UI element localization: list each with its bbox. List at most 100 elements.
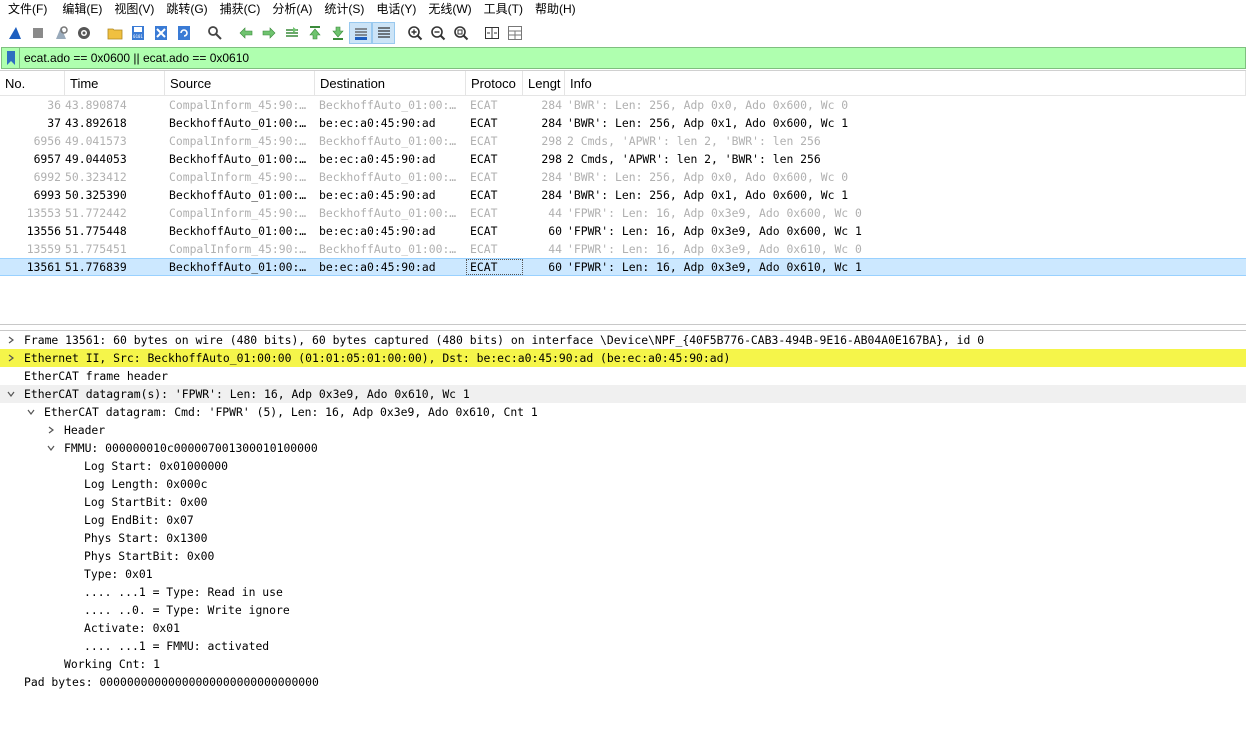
collapsed-arrow-icon[interactable] <box>6 331 16 349</box>
zoom-out-icon[interactable] <box>426 22 449 44</box>
detail-row[interactable]: Ethernet II, Src: BeckhoffAuto_01:00:00 … <box>0 349 1246 367</box>
detail-row[interactable]: Log Start: 0x01000000 <box>0 457 1246 475</box>
menu-item-4[interactable]: 捕获(C) <box>214 0 267 20</box>
packet-row[interactable]: 6957 49.044053 BeckhoffAuto_01:00:… be:ec:a… <box>0 150 1246 168</box>
packet-cell-proto: ECAT <box>470 134 498 148</box>
packet-row[interactable]: 36 43.890874 CompalInform_45:90:… BeckhoffA… <box>0 96 1246 114</box>
menu-item-1[interactable]: 编辑(E) <box>56 0 108 20</box>
packet-cell-len: 298 <box>541 152 562 166</box>
expanded-arrow-icon[interactable] <box>46 439 56 457</box>
packet-cell-time: 43.890874 <box>65 98 127 112</box>
column-header-1[interactable]: Time <box>65 71 165 96</box>
detail-text: .... ...1 = Type: Read in use <box>84 585 283 599</box>
menu-item-10[interactable]: 帮助(H) <box>529 0 582 20</box>
close-file-icon[interactable] <box>149 22 172 44</box>
resize-columns-icon[interactable] <box>480 22 503 44</box>
zoom-in-icon[interactable] <box>403 22 426 44</box>
collapsed-arrow-icon[interactable] <box>6 349 16 367</box>
packet-row[interactable]: 6956 49.041573 CompalInform_45:90:… Beckhof… <box>0 132 1246 150</box>
display-filter-bar: ecat.ado == 0x0600 || ecat.ado == 0x0610 <box>1 47 1246 69</box>
packet-row[interactable]: 13561 51.776839 BeckhoffAuto_01:00:… be:ec:… <box>0 258 1246 276</box>
packet-cell-dst: BeckhoffAuto_01:00:… <box>319 170 457 184</box>
go-back-icon[interactable] <box>234 22 257 44</box>
detail-row[interactable]: EtherCAT datagram(s): 'FPWR': Len: 16, A… <box>0 385 1246 403</box>
detail-text: FMMU: 000000010c000007001300010100000 <box>64 441 318 455</box>
layout-icon[interactable] <box>503 22 526 44</box>
expanded-arrow-icon[interactable] <box>26 403 36 421</box>
packet-row[interactable]: 6993 50.325390 BeckhoffAuto_01:00:… be:ec:a… <box>0 186 1246 204</box>
stop-icon[interactable] <box>26 22 49 44</box>
detail-row[interactable]: Pad bytes: 00000000000000000000000000000… <box>0 673 1246 691</box>
collapsed-arrow-icon[interactable] <box>46 421 56 439</box>
detail-row[interactable]: EtherCAT datagram: Cmd: 'FPWR' (5), Len:… <box>0 403 1246 421</box>
packet-cell-time: 50.323412 <box>65 170 127 184</box>
zoom-normal-icon[interactable] <box>449 22 472 44</box>
packet-cell-src: CompalInform_45:90:… <box>169 134 307 148</box>
packet-cell-no: 36 <box>47 98 61 112</box>
column-header-0[interactable]: No. <box>0 71 65 96</box>
menu-item-7[interactable]: 电话(Y) <box>370 0 422 20</box>
go-first-icon[interactable] <box>303 22 326 44</box>
detail-row[interactable]: Phys StartBit: 0x00 <box>0 547 1246 565</box>
packet-row[interactable]: 13556 51.775448 BeckhoffAuto_01:00:… be:ec:… <box>0 222 1246 240</box>
detail-row[interactable]: Log Length: 0x000c <box>0 475 1246 493</box>
save-file-icon[interactable]: 0101 <box>126 22 149 44</box>
detail-row[interactable]: Phys Start: 0x1300 <box>0 529 1246 547</box>
menu-item-9[interactable]: 工具(T) <box>478 0 529 20</box>
menu-item-5[interactable]: 分析(A) <box>266 0 318 20</box>
packet-row[interactable]: 6992 50.323412 CompalInform_45:90:… Beckhof… <box>0 168 1246 186</box>
colorize-icon[interactable] <box>372 22 395 44</box>
find-icon[interactable] <box>203 22 226 44</box>
menu-item-2[interactable]: 视图(V) <box>108 0 160 20</box>
packet-cell-info: 'FPWR': Len: 16, Adp 0x3e9, Ado 0x600, W… <box>567 224 862 238</box>
detail-row[interactable]: Log EndBit: 0x07 <box>0 511 1246 529</box>
filter-bookmark-icon[interactable] <box>2 48 20 68</box>
menu-item-6[interactable]: 统计(S) <box>318 0 370 20</box>
packet-cell-info: 2 Cmds, 'APWR': len 2, 'BWR': len 256 <box>567 134 821 148</box>
detail-row[interactable]: .... ...1 = FMMU: activated <box>0 637 1246 655</box>
packet-row[interactable]: 13559 51.775451 CompalInform_45:90:… Beckho… <box>0 240 1246 258</box>
detail-row[interactable]: Activate: 0x01 <box>0 619 1246 637</box>
packet-cell-time: 49.044053 <box>65 152 127 166</box>
packet-cell-src: BeckhoffAuto_01:00:… <box>169 116 307 130</box>
autoscroll-icon[interactable] <box>349 22 372 44</box>
detail-row[interactable]: Frame 13561: 60 bytes on wire (480 bits)… <box>0 331 1246 349</box>
display-filter-input[interactable]: ecat.ado == 0x0600 || ecat.ado == 0x0610 <box>20 51 249 65</box>
packet-cell-proto: ECAT <box>470 152 498 166</box>
go-to-packet-icon[interactable] <box>280 22 303 44</box>
column-header-2[interactable]: Source <box>165 71 315 96</box>
detail-row[interactable]: Type: 0x01 <box>0 565 1246 583</box>
expanded-arrow-icon[interactable] <box>6 385 16 403</box>
restart-icon[interactable] <box>49 22 72 44</box>
detail-row[interactable]: FMMU: 000000010c000007001300010100000 <box>0 439 1246 457</box>
open-folder-icon[interactable] <box>103 22 126 44</box>
detail-text: Phys Start: 0x1300 <box>84 531 208 545</box>
column-header-3[interactable]: Destination <box>315 71 466 96</box>
menu-item-8[interactable]: 无线(W) <box>422 0 477 20</box>
packet-cell-proto: ECAT <box>470 224 498 238</box>
packet-row[interactable]: 13553 51.772442 CompalInform_45:90:… Beckho… <box>0 204 1246 222</box>
menu-item-3[interactable]: 跳转(G) <box>160 0 213 20</box>
shark-fin-start-icon[interactable] <box>3 22 26 44</box>
detail-row[interactable]: Log StartBit: 0x00 <box>0 493 1246 511</box>
packet-row[interactable]: 37 43.892618 BeckhoffAuto_01:00:… be:ec:a0:… <box>0 114 1246 132</box>
detail-row[interactable]: .... ..0. = Type: Write ignore <box>0 601 1246 619</box>
packet-cell-dst: be:ec:a0:45:90:ad <box>319 260 436 274</box>
detail-text: Type: 0x01 <box>84 567 153 581</box>
packet-cell-time: 50.325390 <box>65 188 127 202</box>
column-header-4[interactable]: Protoco <box>466 71 523 96</box>
detail-row[interactable]: .... ...1 = Type: Read in use <box>0 583 1246 601</box>
go-forward-icon[interactable] <box>257 22 280 44</box>
column-header-6[interactable]: Info <box>565 71 1246 96</box>
detail-row[interactable]: Working Cnt: 1 <box>0 655 1246 673</box>
detail-row[interactable]: EtherCAT frame header <box>0 367 1246 385</box>
packet-cell-src: BeckhoffAuto_01:00:… <box>169 152 307 166</box>
packet-cell-src: BeckhoffAuto_01:00:… <box>169 224 307 238</box>
detail-row[interactable]: Header <box>0 421 1246 439</box>
menu-item-0[interactable]: 文件(F) <box>2 0 53 20</box>
column-header-5[interactable]: Lengt <box>523 71 565 96</box>
go-last-icon[interactable] <box>326 22 349 44</box>
packet-cell-dst: BeckhoffAuto_01:00:… <box>319 134 457 148</box>
reload-icon[interactable] <box>172 22 195 44</box>
options-gear-icon[interactable] <box>72 22 95 44</box>
